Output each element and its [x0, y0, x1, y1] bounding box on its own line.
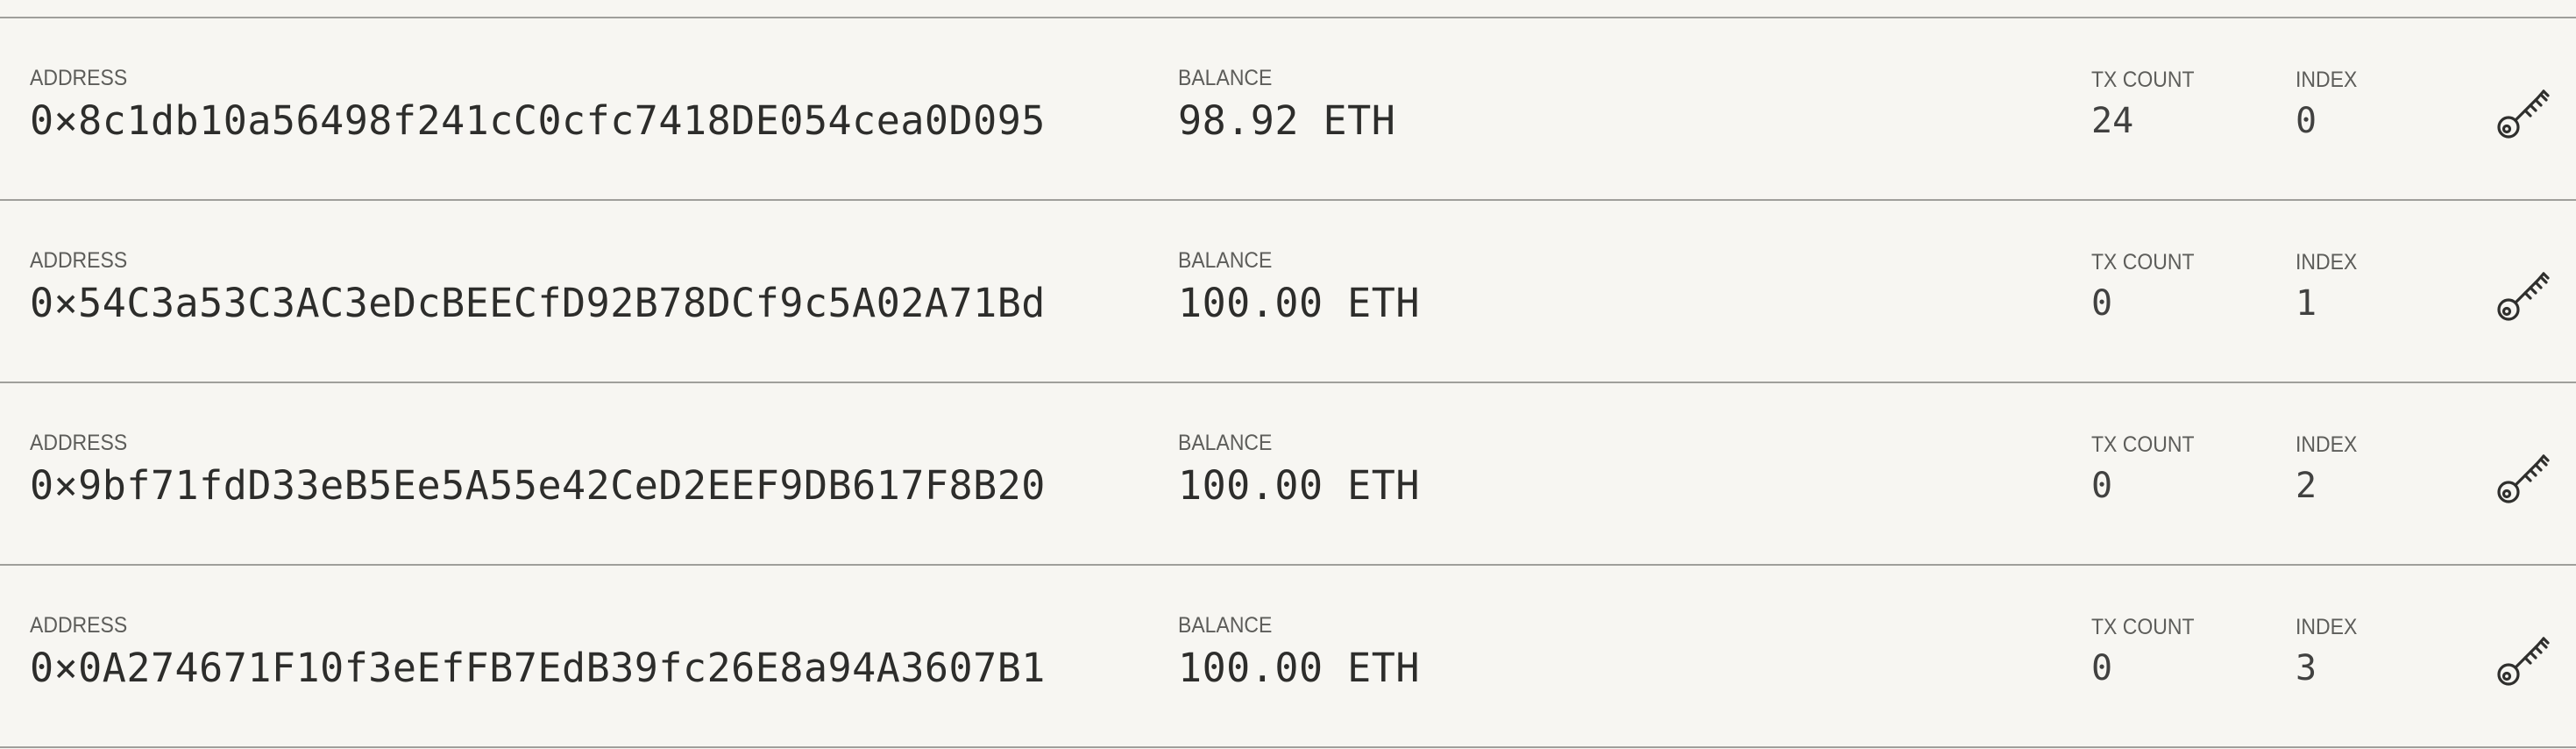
address-label: ADDRESS — [30, 66, 128, 90]
account-index: 3 — [2296, 648, 2317, 688]
key-icon — [2497, 272, 2550, 321]
key-icon — [2497, 454, 2550, 503]
account-balance: 100.00 ETH — [1178, 280, 1420, 326]
index-label: INDEX — [2296, 615, 2358, 639]
account-index: 2 — [2296, 466, 2317, 506]
account-tx-count: 24 — [2091, 101, 2134, 141]
balance-label: BALANCE — [1178, 66, 1273, 90]
balance-label: BALANCE — [1178, 613, 1273, 638]
tx-count-label: TX COUNT — [2091, 250, 2195, 275]
balance-label: BALANCE — [1178, 431, 1273, 455]
accounts-list: ADDRESS 0×8c1db10a56498f241cC0cfc7418DE0… — [0, 0, 2576, 749]
account-tx-count: 0 — [2091, 648, 2113, 688]
account-address: 0×8c1db10a56498f241cC0cfc7418DE054cea0D0… — [30, 97, 1046, 144]
index-label: INDEX — [2296, 432, 2358, 457]
account-balance: 98.92 ETH — [1178, 97, 1396, 144]
account-index: 1 — [2296, 283, 2317, 324]
address-label: ADDRESS — [30, 613, 128, 638]
account-row: ADDRESS 0×54C3a53C3AC3eDcBEECfD92B78DCf9… — [0, 201, 2576, 383]
show-keys-button[interactable] — [2494, 265, 2553, 325]
account-row: ADDRESS 0×8c1db10a56498f241cC0cfc7418DE0… — [0, 18, 2576, 201]
account-address: 0×54C3a53C3AC3eDcBEECfD92B78DCf9c5A02A71… — [30, 280, 1046, 326]
account-row: ADDRESS 0×9bf71fdD33eB5Ee5A55e42CeD2EEF9… — [0, 383, 2576, 566]
key-icon — [2497, 89, 2550, 139]
index-label: INDEX — [2296, 250, 2358, 275]
tx-count-label: TX COUNT — [2091, 615, 2195, 639]
account-address: 0×0A274671F10f3eEfFB7EdB39fc26E8a94A3607… — [30, 645, 1046, 691]
account-balance: 100.00 ETH — [1178, 645, 1420, 691]
address-label: ADDRESS — [30, 248, 128, 273]
show-keys-button[interactable] — [2494, 630, 2553, 689]
index-label: INDEX — [2296, 68, 2358, 92]
address-label: ADDRESS — [30, 431, 128, 455]
account-row: ADDRESS 0×0A274671F10f3eEfFB7EdB39fc26E8… — [0, 566, 2576, 748]
balance-label: BALANCE — [1178, 248, 1273, 273]
key-icon — [2497, 637, 2550, 686]
account-address: 0×9bf71fdD33eB5Ee5A55e42CeD2EEF9DB617F8B… — [30, 462, 1046, 509]
account-tx-count: 0 — [2091, 466, 2113, 506]
tx-count-label: TX COUNT — [2091, 68, 2195, 92]
account-tx-count: 0 — [2091, 283, 2113, 324]
account-index: 0 — [2296, 101, 2317, 141]
show-keys-button[interactable] — [2494, 82, 2553, 142]
tx-count-label: TX COUNT — [2091, 432, 2195, 457]
account-balance: 100.00 ETH — [1178, 462, 1420, 509]
show-keys-button[interactable] — [2494, 447, 2553, 507]
